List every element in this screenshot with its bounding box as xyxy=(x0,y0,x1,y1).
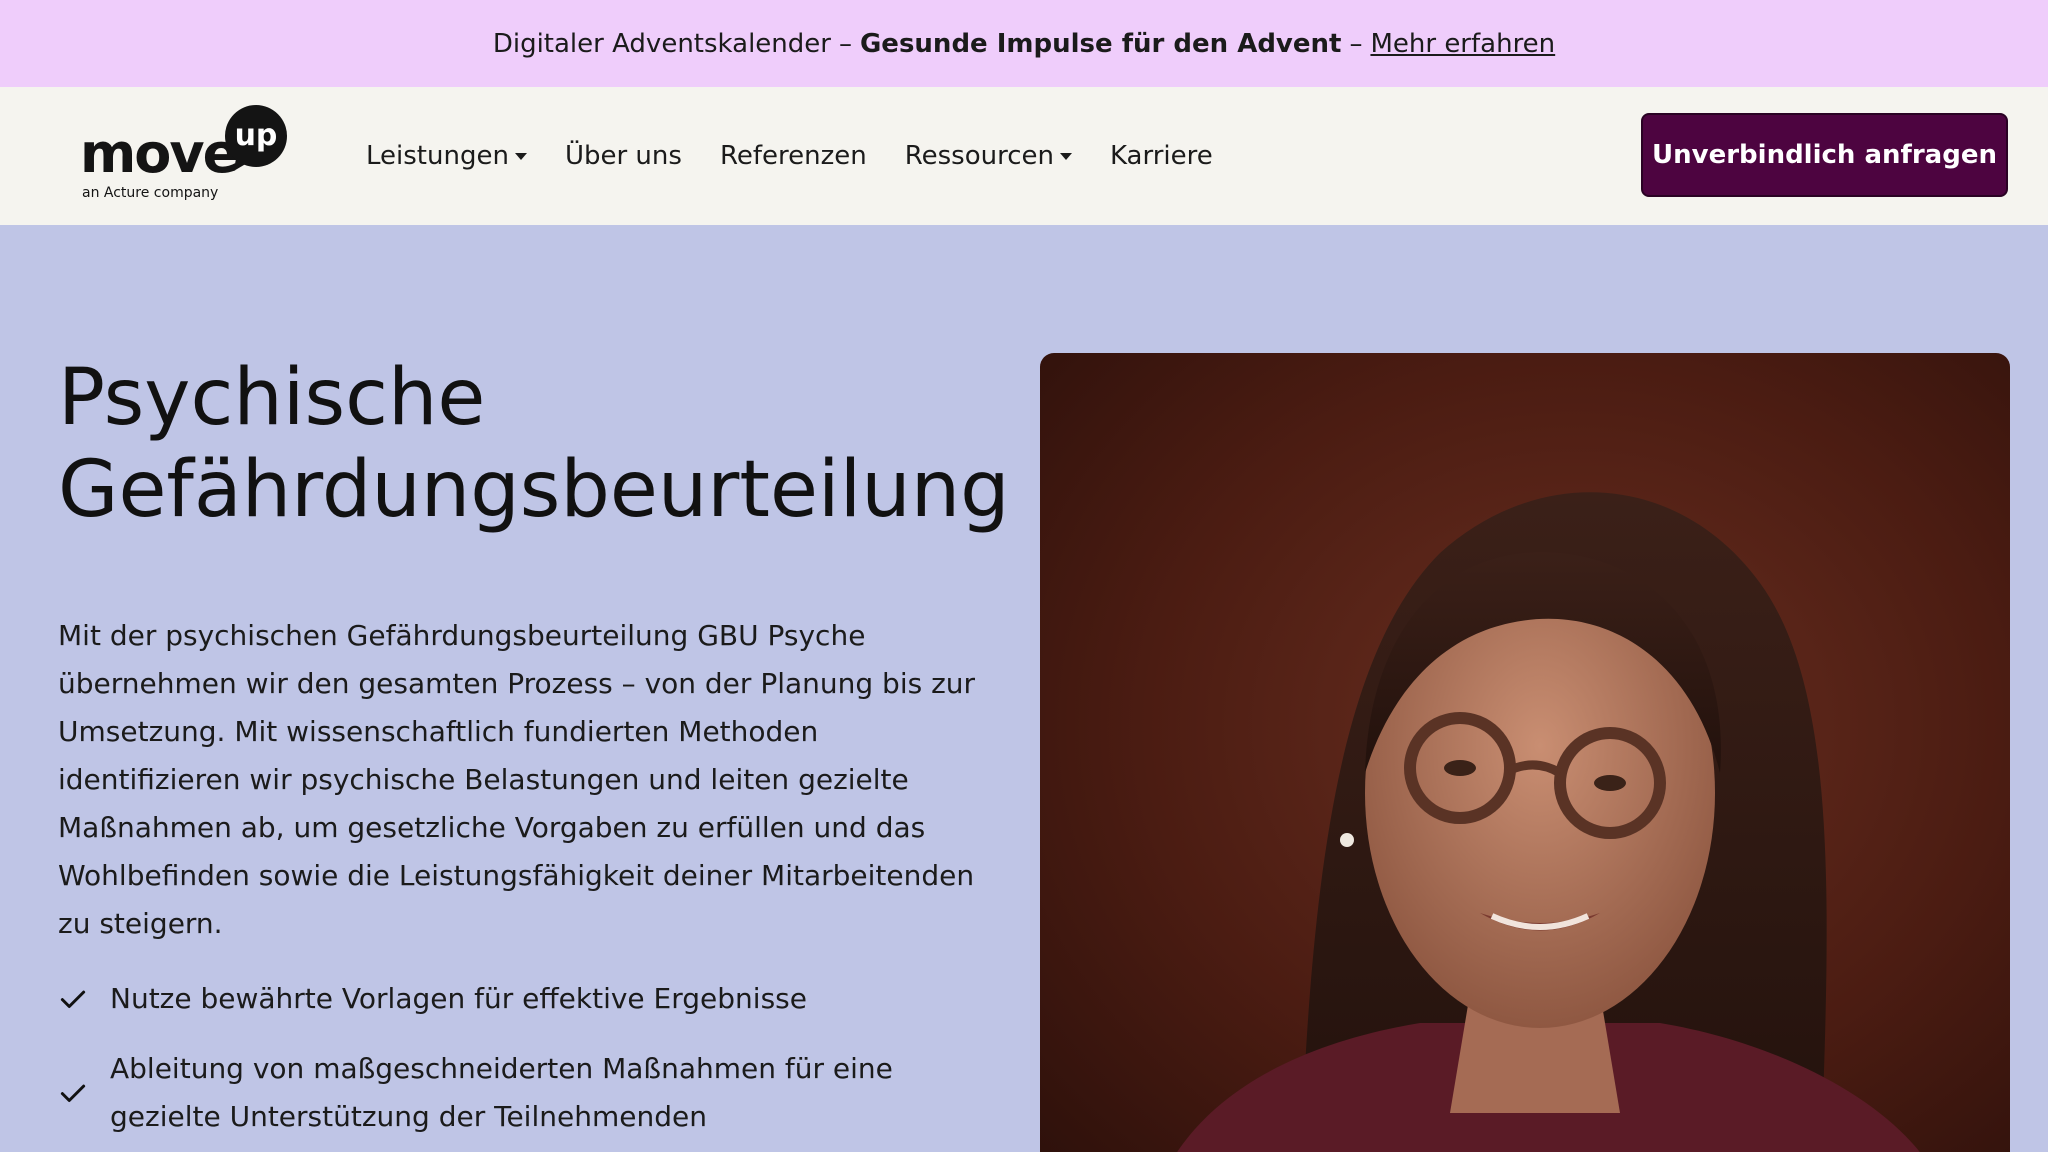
chevron-down-icon xyxy=(1059,152,1072,160)
nav-item-label: Über uns xyxy=(564,141,682,171)
main-nav: Leistungen Über uns Referenzen Ressource… xyxy=(366,87,1251,225)
nav-item-leistungen[interactable]: Leistungen xyxy=(366,141,527,171)
title-line: Psychische xyxy=(58,353,486,443)
nav-item-referenzen[interactable]: Referenzen xyxy=(720,141,867,171)
check-icon xyxy=(58,1069,110,1117)
list-item-text: Ableitung von maßgeschneiderten Maßnahme… xyxy=(110,1052,893,1133)
nav-item-ueber-uns[interactable]: Über uns xyxy=(565,141,682,171)
nav-item-label: Leistungen xyxy=(366,141,509,171)
announcement-text: Digitaler Adventskalender xyxy=(492,28,831,59)
nav-item-label: Referenzen xyxy=(719,141,867,171)
list-item: Nutze bewährte Vorlagen für effektive Er… xyxy=(58,975,998,1023)
nav-item-label: Karriere xyxy=(1109,141,1213,171)
page-title: Psychische Gefährdungsbeurteilung xyxy=(58,352,1018,536)
moveup-logo[interactable]: move up an Acture company xyxy=(80,105,290,201)
announcement-bar: Digitaler Adventskalender – Gesunde Impu… xyxy=(0,0,2048,87)
announcement-separator: – xyxy=(838,28,852,59)
announcement-link[interactable]: Mehr erfahren xyxy=(1370,29,1555,59)
benefit-list: Nutze bewährte Vorlagen für effektive Er… xyxy=(58,975,998,1152)
hero-photo xyxy=(1040,353,2010,1152)
request-button[interactable]: Unverbindlich anfragen xyxy=(1641,113,2008,197)
logo-tagline: an Acture company xyxy=(82,185,219,201)
intro-text: Mit der psychischen Gefährdungsbeurteilu… xyxy=(58,619,976,940)
nav-item-label: Ressourcen xyxy=(904,141,1054,171)
title-line: Gefährdungsbeurteilung xyxy=(58,445,1010,535)
site-header: move up an Acture company Leistungen Übe… xyxy=(0,87,2048,225)
announcement-separator: – xyxy=(1349,28,1363,59)
logo-wordmark: move xyxy=(80,122,239,185)
logo-bubble: up xyxy=(225,105,287,167)
announcement-highlight: Gesunde Impulse für den Advent xyxy=(859,28,1342,59)
nav-item-karriere[interactable]: Karriere xyxy=(1110,141,1213,171)
check-icon xyxy=(58,975,110,1023)
chevron-down-icon xyxy=(514,152,527,160)
list-item: Ableitung von maßgeschneiderten Maßnahme… xyxy=(58,1045,998,1141)
nav-item-ressourcen[interactable]: Ressourcen xyxy=(905,141,1072,171)
list-item-text: Nutze bewährte Vorlagen für effektive Er… xyxy=(110,982,807,1015)
